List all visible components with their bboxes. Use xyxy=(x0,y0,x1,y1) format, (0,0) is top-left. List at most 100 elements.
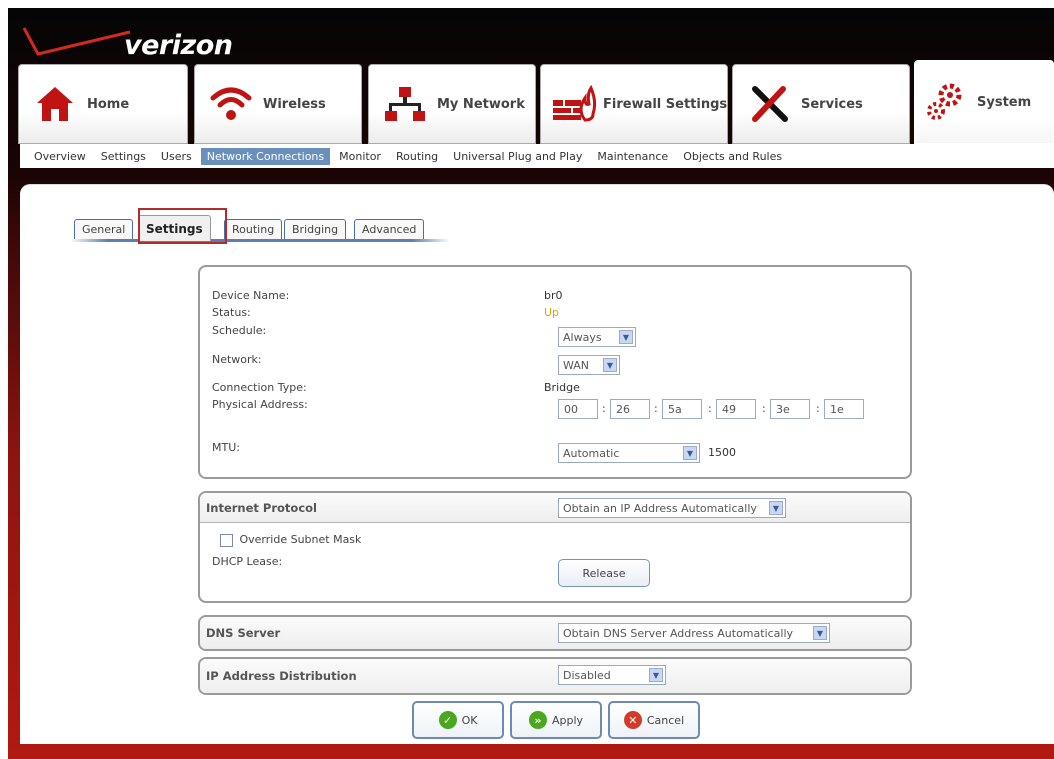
network-label: Network: xyxy=(212,353,262,366)
content-panel: General Settings Routing Bridging Advanc… xyxy=(20,184,1054,744)
network-icon xyxy=(379,82,431,126)
main-tab-label: Firewall Settings xyxy=(603,96,728,112)
home-icon xyxy=(29,82,81,126)
subtab-advanced[interactable]: Advanced xyxy=(354,219,425,239)
connection-type-label: Connection Type: xyxy=(212,381,307,394)
subnav-item-monitor[interactable]: Monitor xyxy=(333,148,387,165)
main-tab-firewall-settings[interactable]: Firewall Settings xyxy=(540,64,728,144)
schedule-label: Schedule: xyxy=(212,324,267,337)
apply-button-label: Apply xyxy=(551,713,584,727)
mac-octet-6[interactable]: 1e xyxy=(824,399,864,419)
schedule-select-value: Always xyxy=(563,330,602,344)
apply-button[interactable]: » Apply xyxy=(510,701,602,739)
mac-octet-4[interactable]: 49 xyxy=(716,399,756,419)
internet-protocol-select-value: Obtain an IP Address Automatically xyxy=(563,501,757,515)
mac-separator: : xyxy=(762,402,766,415)
dns-server-select-value: Obtain DNS Server Address Automatically xyxy=(563,626,794,640)
chevron-down-icon: ▼ xyxy=(649,668,663,682)
internet-protocol-title: Internet Protocol xyxy=(206,500,317,515)
subnav-bar: Overview Settings Users Network Connecti… xyxy=(20,144,1054,168)
subnav-item-users[interactable]: Users xyxy=(155,148,198,165)
verizon-check-logo xyxy=(22,27,131,56)
main-tab-my-network[interactable]: My Network xyxy=(368,64,536,144)
cancel-button-label: Cancel xyxy=(646,713,685,727)
dns-server-header: DNS Server Obtain DNS Server Address Aut… xyxy=(200,617,910,649)
ip-distribution-select-value: Disabled xyxy=(563,668,611,682)
subnav-item-overview[interactable]: Overview xyxy=(28,148,92,165)
dns-server-title: DNS Server xyxy=(206,626,281,640)
main-tab-label: Home xyxy=(87,96,130,112)
physical-address-label: Physical Address: xyxy=(212,398,308,411)
subnav-item-objects-and-rules[interactable]: Objects and Rules xyxy=(677,148,788,165)
schedule-select[interactable]: Always ▼ xyxy=(558,327,636,347)
apply-icon: » xyxy=(528,711,547,729)
chevron-down-icon: ▼ xyxy=(683,446,697,460)
gears-icon xyxy=(919,80,971,124)
mac-octet-3[interactable]: 5a xyxy=(662,399,702,419)
mtu-value: 1500 xyxy=(708,446,736,459)
subnav-item-routing[interactable]: Routing xyxy=(390,148,444,165)
network-select-value: WAN xyxy=(563,358,590,372)
subnav-item-network-connections[interactable]: Network Connections xyxy=(200,147,331,165)
main-tab-label: My Network xyxy=(437,96,525,112)
main-tab-services[interactable]: Services xyxy=(732,64,910,144)
status-value: Up xyxy=(544,306,560,319)
device-name-value: br0 xyxy=(544,289,563,302)
main-tab-system[interactable]: System xyxy=(914,60,1054,144)
internet-protocol-select[interactable]: Obtain an IP Address Automatically ▼ xyxy=(558,498,786,518)
release-button[interactable]: Release xyxy=(558,559,650,587)
mac-octet-1[interactable]: 00 xyxy=(558,399,598,419)
mtu-select-value: Automatic xyxy=(563,446,620,460)
chevron-down-icon: ▼ xyxy=(603,358,617,372)
mtu-select[interactable]: Automatic ▼ xyxy=(558,443,700,463)
physical-address-fields: 00 : 26 : 5a : 49 : 3e : 1e xyxy=(558,399,878,421)
mac-octet-5[interactable]: 3e xyxy=(770,399,810,419)
mac-separator: : xyxy=(816,402,820,415)
brand-logo: verizon xyxy=(124,30,233,61)
mtu-label: MTU: xyxy=(212,441,240,454)
mac-separator: : xyxy=(654,402,658,415)
header-bar: verizon xyxy=(8,8,1054,64)
general-settings-section: Device Name: br0 Status: Up Schedule: Al… xyxy=(198,265,912,479)
ip-distribution-title: IP Address Distribution xyxy=(206,669,357,683)
subnav-item-maintenance[interactable]: Maintenance xyxy=(591,148,674,165)
subnav-item-settings[interactable]: Settings xyxy=(95,148,152,165)
mac-octet-2[interactable]: 26 xyxy=(610,399,650,419)
ok-button-label: OK xyxy=(461,713,478,727)
override-subnet-row: Override Subnet Mask xyxy=(220,533,361,547)
ip-distribution-select[interactable]: Disabled ▼ xyxy=(558,665,666,685)
main-tab-wireless[interactable]: Wireless xyxy=(194,64,362,144)
mac-separator: : xyxy=(708,402,712,415)
main-tab-label: System xyxy=(977,94,1032,110)
main-tab-home[interactable]: Home xyxy=(18,64,188,144)
subtab-bridging[interactable]: Bridging xyxy=(284,219,347,239)
ip-distribution-header: IP Address Distribution Disabled ▼ xyxy=(200,659,910,693)
close-icon: ✕ xyxy=(623,711,642,729)
override-subnet-checkbox[interactable] xyxy=(220,533,233,547)
subtabs-underline xyxy=(70,239,450,242)
internet-protocol-header: Internet Protocol Obtain an IP Address A… xyxy=(200,493,910,523)
cancel-button[interactable]: ✕ Cancel xyxy=(608,701,700,739)
ok-button[interactable]: ✓ OK xyxy=(412,701,504,739)
network-select[interactable]: WAN ▼ xyxy=(558,355,620,375)
chevron-down-icon: ▼ xyxy=(769,501,783,515)
dns-server-section: DNS Server Obtain DNS Server Address Aut… xyxy=(198,615,912,651)
checkmark-icon: ✓ xyxy=(438,711,457,729)
mac-separator: : xyxy=(602,402,606,415)
device-name-label: Device Name: xyxy=(212,289,290,302)
dns-server-select[interactable]: Obtain DNS Server Address Automatically … xyxy=(558,623,830,643)
subtab-general[interactable]: General xyxy=(74,219,134,239)
chevron-down-icon: ▼ xyxy=(813,626,827,640)
subtab-routing[interactable]: Routing xyxy=(224,219,283,239)
firewall-icon xyxy=(551,82,597,126)
connection-type-value: Bridge xyxy=(544,381,580,394)
wifi-icon xyxy=(205,82,257,126)
app-frame: verizon Home Wireless My Network Firewal… xyxy=(8,8,1054,759)
subtab-settings[interactable]: Settings xyxy=(138,215,211,241)
main-tab-label: Wireless xyxy=(263,96,326,112)
status-label: Status: xyxy=(212,306,251,319)
tools-icon xyxy=(743,82,795,126)
override-subnet-label: Override Subnet Mask xyxy=(239,533,362,546)
subnav-item-upnp[interactable]: Universal Plug and Play xyxy=(447,148,588,165)
dhcp-lease-label: DHCP Lease: xyxy=(212,555,283,568)
